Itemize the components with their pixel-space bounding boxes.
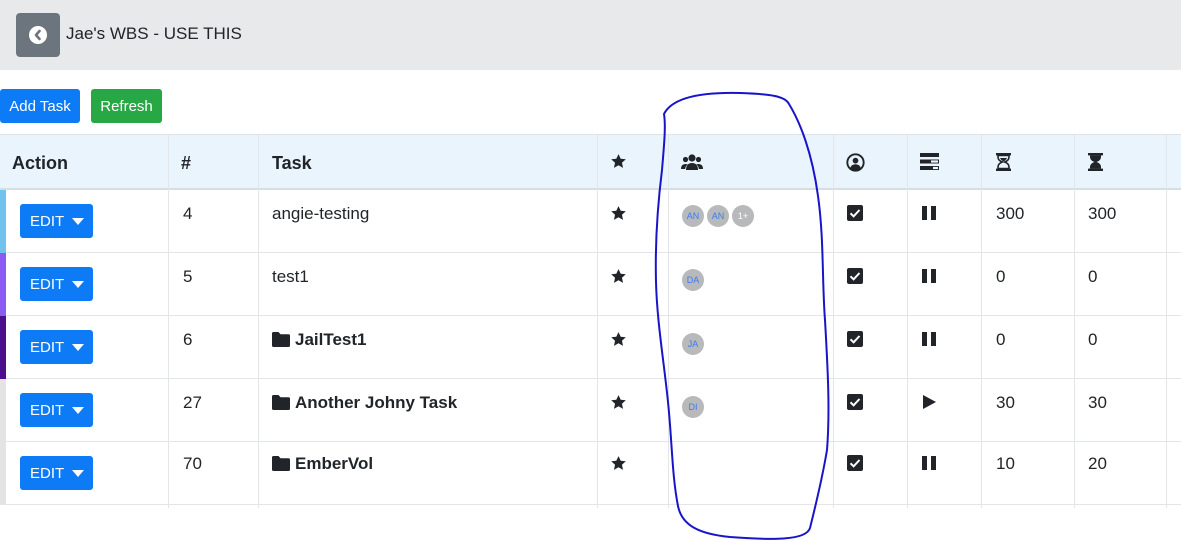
estimate-value[interactable]: 0 [996, 330, 1005, 350]
star-icon[interactable] [610, 205, 627, 227]
avatar[interactable]: AN [682, 205, 704, 227]
edit-dropdown-button[interactable]: EDIT [20, 267, 93, 301]
avatar[interactable]: DA [682, 269, 704, 291]
column-header-action[interactable]: Action [12, 153, 68, 174]
check-square-icon[interactable] [847, 268, 863, 289]
caret-down-icon [72, 280, 85, 288]
avatar-overflow[interactable]: 1+ [732, 205, 754, 227]
hourglass-start-icon[interactable] [996, 153, 1011, 176]
caret-down-icon [72, 217, 85, 225]
check-square-icon[interactable] [847, 331, 863, 352]
edit-label: EDIT [30, 401, 65, 419]
task-name[interactable]: Another Johny Task [295, 393, 457, 413]
task-name[interactable]: angie-testing [272, 204, 369, 224]
users-icon[interactable] [681, 153, 703, 176]
actual-value[interactable]: 20 [1088, 454, 1107, 474]
table-row[interactable]: EDIT 27 Another Johny Task DI 30 30 [0, 379, 1181, 442]
edit-dropdown-button[interactable]: EDIT [20, 330, 93, 364]
play-icon[interactable] [921, 394, 937, 415]
estimate-value[interactable]: 0 [996, 267, 1005, 287]
task-name[interactable]: EmberVol [295, 454, 373, 474]
estimate-value[interactable]: 300 [996, 204, 1024, 224]
column-header-number[interactable]: # [181, 153, 191, 174]
actual-value[interactable]: 30 [1088, 393, 1107, 413]
page-title: Jae's WBS - USE THIS [66, 24, 242, 43]
user-circle-icon[interactable] [846, 153, 865, 177]
edit-label: EDIT [30, 338, 65, 356]
column-divider [1074, 134, 1075, 508]
pause-icon[interactable] [921, 455, 937, 476]
row-color-stripe [0, 190, 6, 253]
task-number: 70 [183, 454, 202, 473]
back-button[interactable] [16, 13, 60, 57]
actual-value[interactable]: 0 [1088, 330, 1097, 350]
column-divider [597, 134, 598, 508]
column-divider [168, 134, 169, 508]
refresh-button[interactable]: Refresh [91, 89, 162, 123]
actual-value[interactable]: 0 [1088, 267, 1097, 287]
chevron-left-icon [29, 26, 47, 44]
task-name[interactable]: test1 [272, 267, 309, 287]
check-square-icon[interactable] [847, 394, 863, 415]
task-number: 27 [183, 393, 202, 412]
star-icon[interactable] [610, 153, 627, 175]
task-number: 5 [183, 267, 193, 286]
edit-dropdown-button[interactable]: EDIT [20, 393, 93, 427]
top-bar: Jae's WBS - USE THIS [0, 0, 1181, 70]
column-divider [1166, 134, 1167, 508]
folder-icon [272, 456, 290, 476]
pause-icon[interactable] [921, 268, 937, 289]
table-row[interactable]: EDIT 70 EmberVol 10 20 [0, 442, 1181, 505]
folder-icon [272, 332, 290, 352]
caret-down-icon [72, 343, 85, 351]
table-row[interactable]: EDIT 4 angie-testing AN AN 1+ 300 300 [0, 190, 1181, 253]
actual-value[interactable]: 300 [1088, 204, 1116, 224]
caret-down-icon [72, 406, 85, 414]
column-divider [981, 134, 982, 508]
tasks-icon[interactable] [920, 153, 939, 175]
task-number: 6 [183, 330, 193, 349]
pause-icon[interactable] [921, 331, 937, 352]
estimate-value[interactable]: 10 [996, 454, 1015, 474]
check-square-icon[interactable] [847, 455, 863, 476]
avatar[interactable]: DI [682, 396, 704, 418]
star-icon[interactable] [610, 331, 627, 353]
table-row[interactable]: EDIT 6 JailTest1 JA 0 0 [0, 316, 1181, 379]
caret-down-icon [72, 469, 85, 477]
pause-icon[interactable] [921, 205, 937, 226]
column-divider [833, 134, 834, 508]
task-grid: Action # Task EDIT 4 angie-testing AN AN… [0, 134, 1181, 508]
edit-label: EDIT [30, 212, 65, 230]
avatar[interactable]: AN [707, 205, 729, 227]
hourglass-half-icon[interactable] [1088, 153, 1103, 176]
grid-header: Action # Task [0, 134, 1181, 190]
estimate-value[interactable]: 30 [996, 393, 1015, 413]
table-row[interactable]: EDIT 5 test1 DA 0 0 [0, 253, 1181, 316]
row-color-stripe [0, 316, 6, 379]
star-icon[interactable] [610, 455, 627, 477]
edit-label: EDIT [30, 464, 65, 482]
add-task-button[interactable]: Add Task [0, 89, 80, 123]
edit-dropdown-button[interactable]: EDIT [20, 204, 93, 238]
row-color-stripe [0, 379, 6, 442]
star-icon[interactable] [610, 268, 627, 290]
star-icon[interactable] [610, 394, 627, 416]
column-divider [258, 134, 259, 508]
column-divider [907, 134, 908, 508]
folder-icon [272, 395, 290, 415]
column-header-task[interactable]: Task [272, 153, 312, 174]
check-square-icon[interactable] [847, 205, 863, 226]
task-name[interactable]: JailTest1 [295, 330, 367, 350]
task-number: 4 [183, 204, 193, 223]
edit-dropdown-button[interactable]: EDIT [20, 456, 93, 490]
avatar[interactable]: JA [682, 333, 704, 355]
row-color-stripe [0, 442, 6, 505]
column-divider [668, 134, 669, 508]
edit-label: EDIT [30, 275, 65, 293]
row-color-stripe [0, 253, 6, 316]
